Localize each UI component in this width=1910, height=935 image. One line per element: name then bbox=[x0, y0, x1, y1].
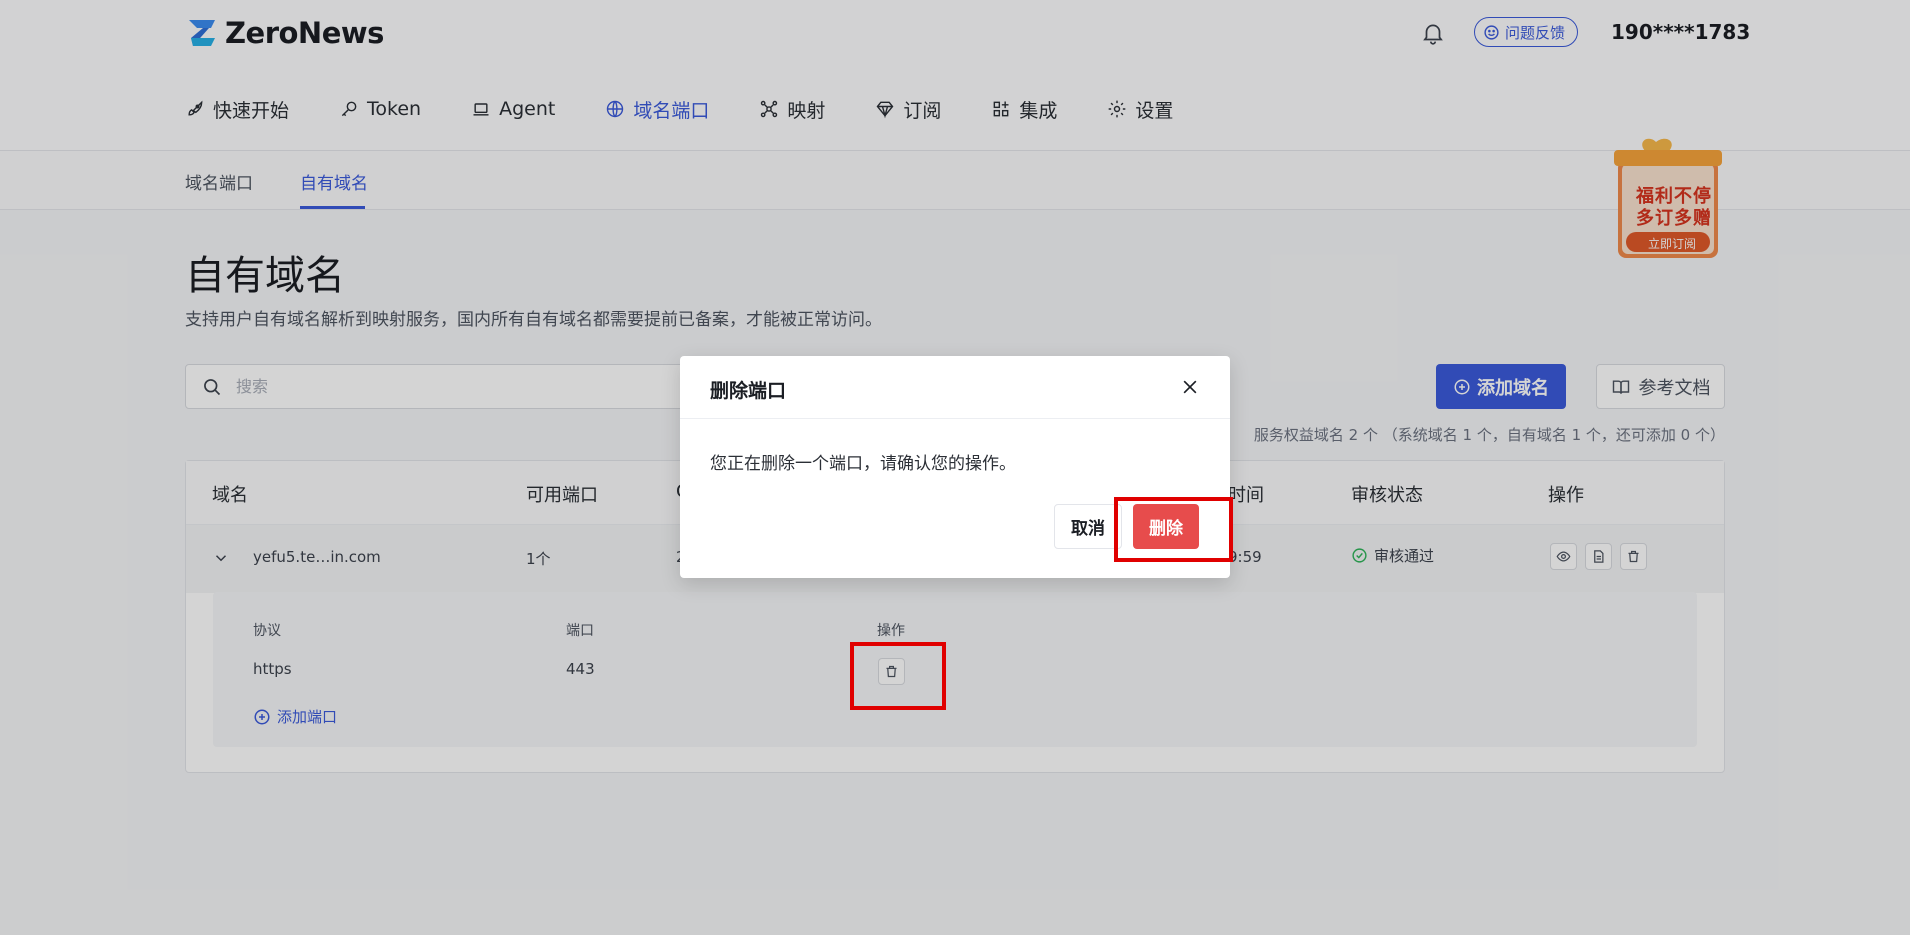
close-icon[interactable] bbox=[1180, 377, 1200, 397]
highlight-box-delete bbox=[1114, 497, 1233, 562]
highlight-box-trash bbox=[850, 642, 946, 710]
cancel-button[interactable]: 取消 bbox=[1054, 504, 1122, 549]
dialog-header: 删除端口 bbox=[680, 356, 1230, 419]
dialog-message: 您正在删除一个端口，请确认您的操作。 bbox=[710, 454, 1016, 474]
dialog-title: 删除端口 bbox=[710, 380, 787, 402]
